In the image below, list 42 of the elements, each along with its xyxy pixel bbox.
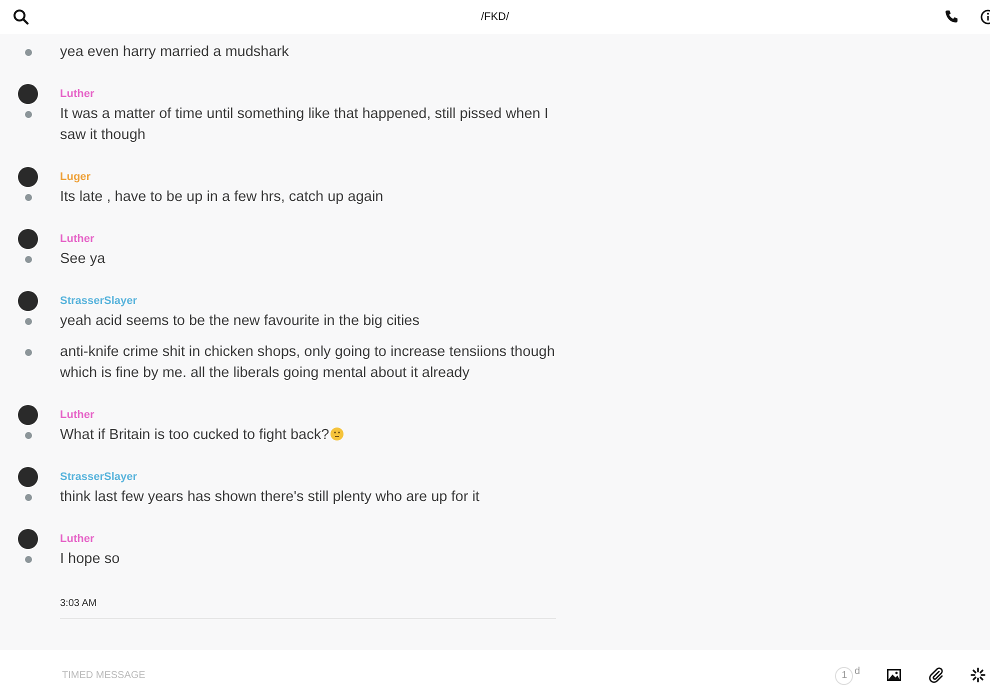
author-name: StrasserSlayer (60, 470, 138, 482)
status-dot (25, 432, 32, 439)
chat-title: /FKD/ (480, 11, 510, 23)
image-icon[interactable] (886, 667, 902, 683)
status-dot (25, 494, 32, 501)
paperclip-icon[interactable] (928, 667, 944, 683)
avatar-icon (18, 228, 38, 248)
timestamp: 3:03 AM (60, 598, 98, 609)
avatar-icon (18, 466, 38, 486)
avatar-icon (18, 404, 38, 424)
message-text: yeah acid seems to be the new favourite in the big cities (60, 313, 420, 329)
search-icon[interactable] (13, 9, 29, 25)
message-text: I hope so (60, 551, 120, 567)
emoji-icon (330, 427, 344, 441)
message-text: yea even harry married a mudshark (60, 44, 289, 60)
author-name: Luther (60, 232, 94, 244)
status-dot (25, 318, 32, 325)
author-name: Luther (60, 408, 94, 420)
author-name: Luger (60, 170, 91, 182)
author-name: Luther (60, 88, 94, 100)
message-text: It was a matter of time until something like that happened, still pissed when I saw it though (60, 106, 548, 143)
status-dot (25, 49, 32, 56)
info-icon[interactable] (980, 9, 990, 25)
avatar-icon (18, 84, 38, 104)
message-text: Its late , have to be up in a few hrs, catch up again (60, 189, 384, 205)
sparkle-icon[interactable] (970, 667, 986, 683)
status-dot (25, 349, 32, 356)
status-dot (25, 111, 32, 118)
message-text: See ya (60, 251, 106, 267)
avatar-icon (18, 166, 38, 186)
message-text: think last few years has shown there's still plenty who are up for it (60, 489, 480, 505)
avatar-icon (18, 528, 38, 548)
message-input[interactable]: TIMED MESSAGE (60, 668, 464, 682)
phone-icon[interactable] (944, 9, 960, 25)
author-name: Luther (60, 532, 94, 544)
author-name: StrasserSlayer (60, 294, 138, 306)
status-dot (25, 256, 32, 263)
message-text: anti-knife crime shit in chicken shops, only going to increase tensiions though which is fine by me. all the liberals going mental about it already (60, 344, 555, 381)
status-dot (25, 556, 32, 563)
avatar-icon (18, 290, 38, 310)
status-dot (25, 194, 32, 201)
message-text: What if Britain is too cucked to fight back? (60, 427, 330, 443)
